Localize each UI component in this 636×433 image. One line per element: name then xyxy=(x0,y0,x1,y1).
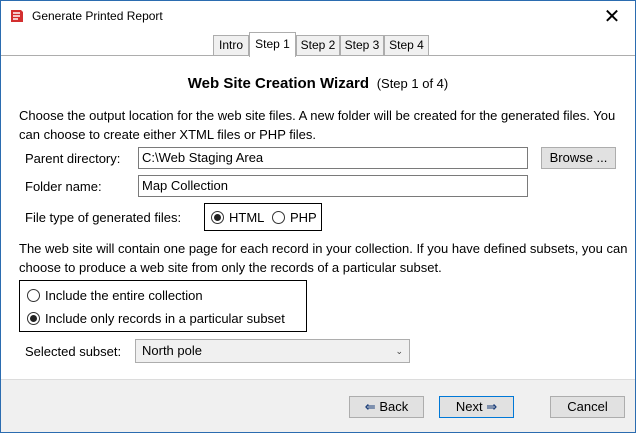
close-icon[interactable]: ✕ xyxy=(589,1,635,32)
subset-records-radio[interactable]: Include only records in a particular sub… xyxy=(27,311,285,326)
radio-unselected-icon xyxy=(272,211,285,224)
file-type-group: HTML PHP xyxy=(204,203,322,231)
scope-group: Include the entire collection Include on… xyxy=(19,280,307,332)
back-button[interactable]: ⇐ Back xyxy=(349,396,424,418)
window-title: Generate Printed Report xyxy=(32,9,163,23)
title-bar: Generate Printed Report ✕ xyxy=(1,1,635,32)
radio-selected-icon xyxy=(27,312,40,325)
parent-directory-input[interactable]: C:\Web Staging Area xyxy=(138,147,528,169)
parent-directory-label: Parent directory: xyxy=(25,151,121,166)
tab-step-2[interactable]: Step 2 xyxy=(296,35,340,56)
selected-subset-value: North pole xyxy=(142,343,202,358)
subset-records-label: Include only records in a particular sub… xyxy=(45,311,285,326)
next-button[interactable]: Next ⇒ xyxy=(439,396,514,418)
file-type-label: File type of generated files: xyxy=(25,210,182,225)
app-icon xyxy=(9,8,25,24)
selected-subset-label: Selected subset: xyxy=(25,344,122,359)
cancel-button[interactable]: Cancel xyxy=(550,396,625,418)
wizard-window: Generate Printed Report ✕ Intro Step 1 S… xyxy=(0,0,636,433)
html-radio-label: HTML xyxy=(229,210,265,225)
folder-name-input[interactable]: Map Collection xyxy=(138,175,528,197)
radio-unselected-icon xyxy=(27,289,40,302)
php-radio[interactable]: PHP xyxy=(272,210,317,225)
wizard-title: Web Site Creation Wizard xyxy=(187,75,370,92)
tab-intro[interactable]: Intro xyxy=(213,35,249,56)
browse-button[interactable]: Browse ... xyxy=(541,147,616,169)
subset-text: The web site will contain one page for e… xyxy=(19,241,628,275)
tab-strip: Intro Step 1 Step 2 Step 3 Step 4 xyxy=(1,32,635,57)
intro-text: Choose the output location for the web s… xyxy=(19,108,616,142)
next-button-label: Next xyxy=(455,399,483,414)
folder-name-label: Folder name: xyxy=(25,179,102,194)
button-bar: ⇐ Back Next ⇒ Cancel xyxy=(1,379,635,432)
selected-subset-dropdown[interactable]: North pole ⌄ xyxy=(135,339,410,363)
chevron-down-icon: ⌄ xyxy=(395,346,403,356)
back-button-label: Back xyxy=(379,399,409,414)
arrow-left-icon: ⇐ xyxy=(364,399,376,414)
entire-collection-radio[interactable]: Include the entire collection xyxy=(27,288,203,303)
tab-step-4[interactable]: Step 4 xyxy=(384,35,429,56)
tab-step-3[interactable]: Step 3 xyxy=(340,35,384,56)
radio-selected-icon xyxy=(211,211,224,224)
php-radio-label: PHP xyxy=(290,210,317,225)
html-radio[interactable]: HTML xyxy=(211,210,264,225)
tab-content: Web Site Creation Wizard (Step 1 of 4) C… xyxy=(1,55,635,379)
wizard-step-indicator: (Step 1 of 4) xyxy=(376,76,449,91)
tab-step-1[interactable]: Step 1 xyxy=(249,32,296,57)
arrow-right-icon: ⇒ xyxy=(486,399,498,414)
page-heading: Web Site Creation Wizard (Step 1 of 4) xyxy=(1,75,635,92)
entire-collection-label: Include the entire collection xyxy=(45,288,203,303)
